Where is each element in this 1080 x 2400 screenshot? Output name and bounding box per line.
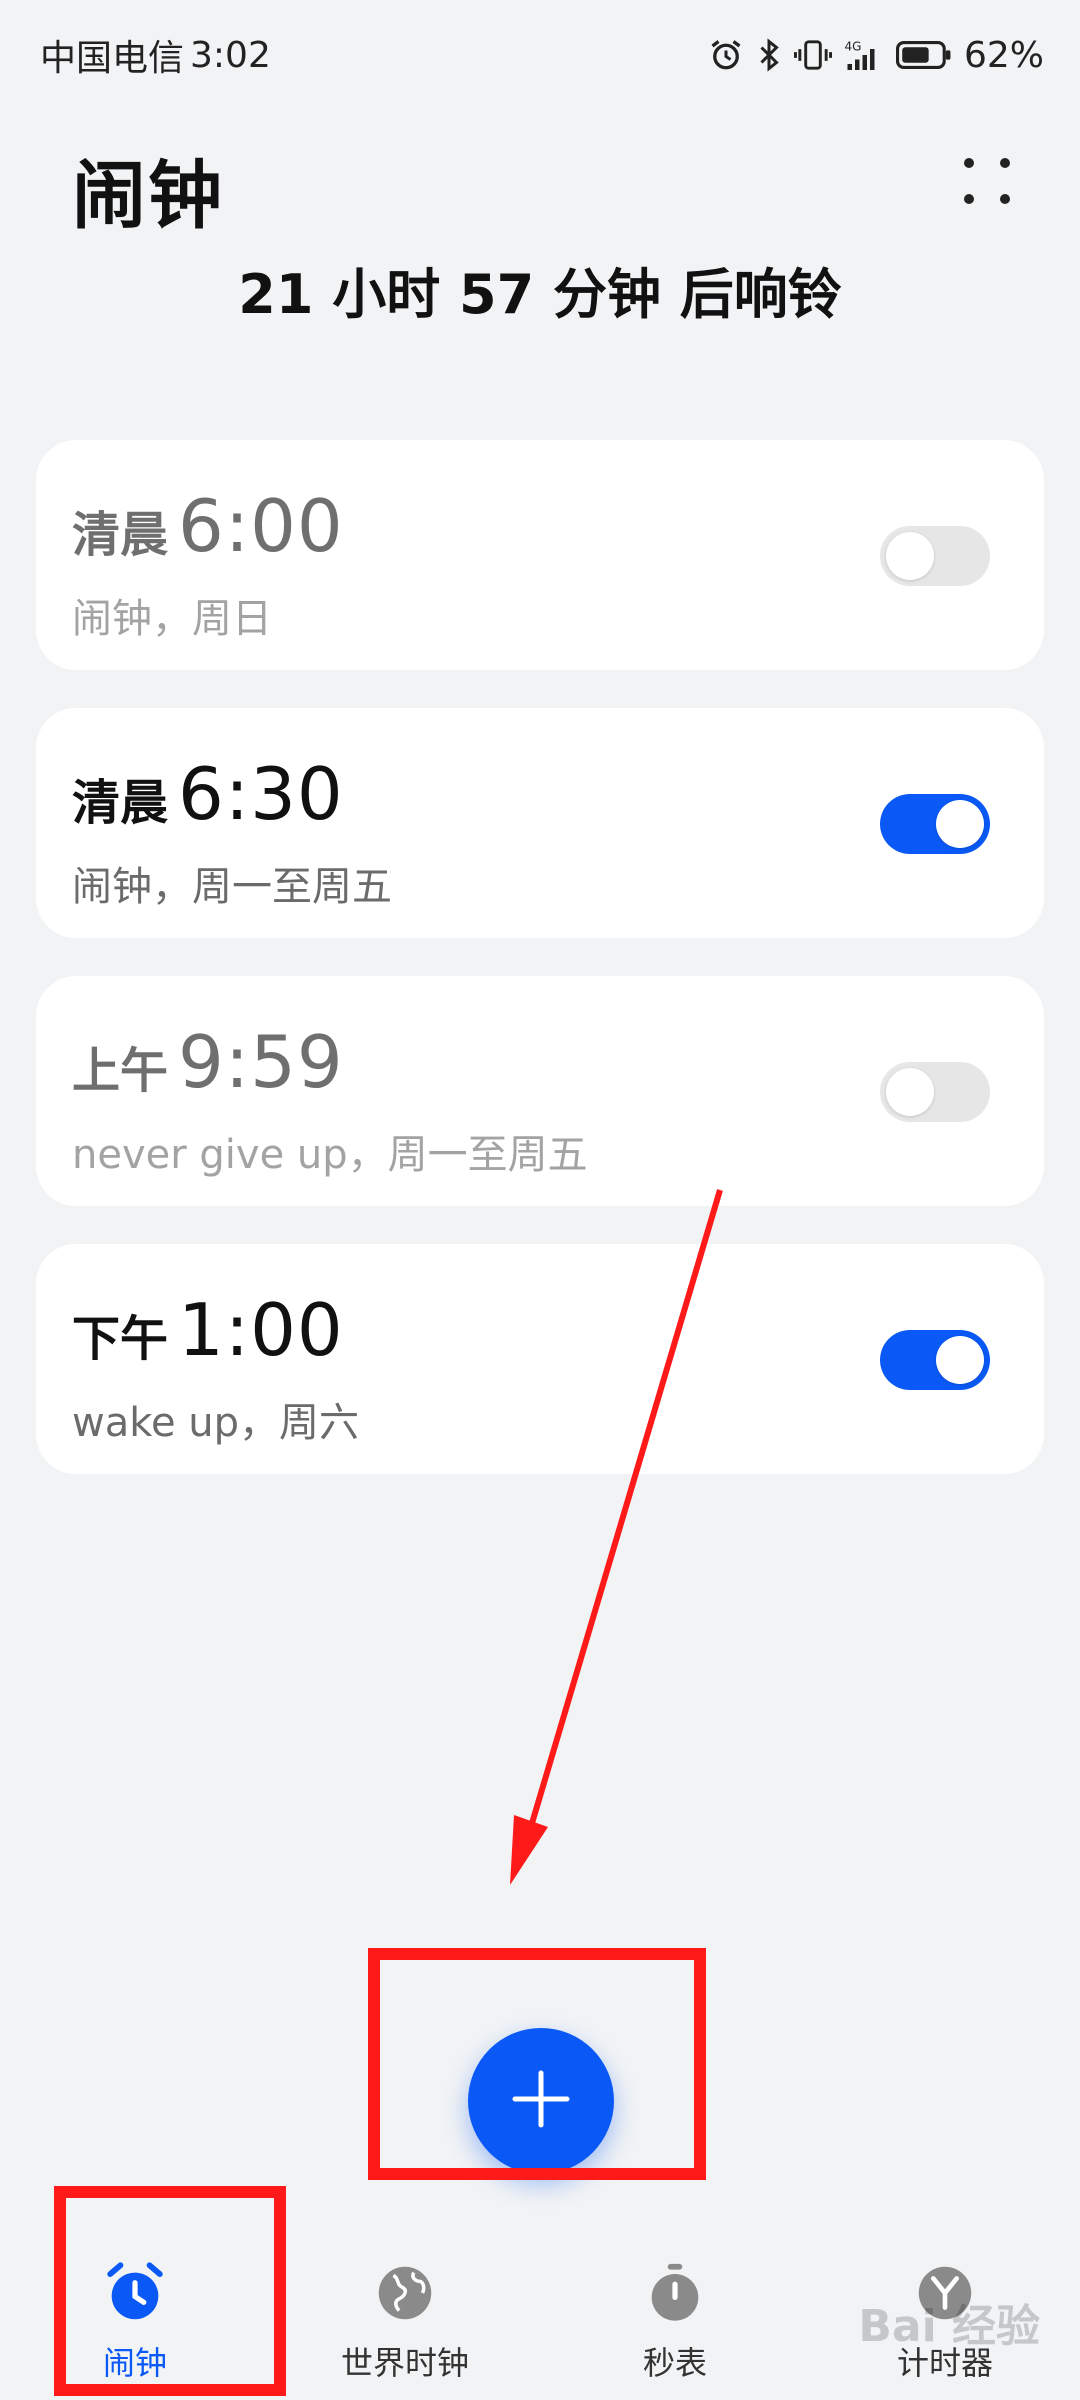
toggle-knob — [936, 800, 984, 848]
alarm-repeat: wake up，周六 — [72, 1400, 360, 1446]
alarm-time-row: 清晨 6:00 — [72, 484, 344, 568]
more-button[interactable] — [952, 148, 1022, 218]
nav-label: 秒表 — [642, 2344, 707, 2382]
nav-item-world-clock[interactable]: 世界时钟 — [285, 2240, 525, 2400]
nav-label: 闹钟 — [102, 2344, 167, 2382]
bluetooth-icon — [756, 37, 782, 73]
watermark: Bai 经验 — [858, 2301, 1040, 2352]
toggle-knob — [936, 1336, 984, 1384]
status-left: 中国电信 3:02 — [40, 29, 271, 81]
status-bar: 中国电信 3:02 4G 62% — [0, 0, 1080, 110]
next-ring-countdown: 21 小时 57 分钟 后响铃 — [238, 263, 842, 326]
nav-item-stopwatch[interactable]: 秒表 — [555, 2240, 795, 2400]
alarm-period: 清晨 — [72, 507, 169, 563]
more-icon — [959, 153, 1015, 213]
toggle-knob — [886, 1068, 934, 1116]
alarm-card[interactable]: 下午 1:00 wake up，周六 — [36, 1244, 1044, 1474]
battery-percent: 62% — [963, 34, 1044, 76]
status-time: 3:02 — [190, 34, 271, 76]
alarm-repeat: 闹钟，周日 — [72, 596, 272, 642]
header: 闹钟 — [0, 120, 1080, 240]
alarm-icon — [708, 37, 744, 73]
nav-label: 世界时钟 — [340, 2344, 469, 2382]
alarm-card[interactable]: 上午 9:59 never give up，周一至周五 — [36, 976, 1044, 1206]
alarm-time: 9:59 — [178, 1020, 344, 1104]
alarm-time: 6:30 — [178, 752, 344, 836]
stopwatch-icon — [640, 2258, 710, 2328]
battery-icon — [895, 39, 952, 71]
globe-icon — [370, 2258, 440, 2328]
alarm-toggle[interactable] — [880, 1330, 990, 1390]
page-title: 闹钟 — [72, 153, 224, 239]
alarm-toggle[interactable] — [880, 794, 990, 854]
alarm-time-row: 下午 1:00 — [72, 1288, 344, 1372]
alarm-time-row: 上午 9:59 — [72, 1020, 344, 1104]
alarm-period: 清晨 — [72, 775, 169, 831]
annotation-box-add — [368, 1948, 706, 2180]
toggle-knob — [886, 532, 934, 580]
alarm-card[interactable]: 清晨 6:00 闹钟，周日 — [36, 440, 1044, 670]
carrier-name: 中国电信 — [40, 38, 185, 79]
alarm-time: 6:00 — [178, 484, 344, 568]
alarm-period: 上午 — [72, 1043, 169, 1099]
alarm-clock-icon — [100, 2258, 170, 2328]
alarm-repeat: never give up，周一至周五 — [72, 1132, 588, 1178]
alarm-time-row: 清晨 6:30 — [72, 752, 344, 836]
alarm-toggle[interactable] — [880, 1062, 990, 1122]
alarm-card[interactable]: 清晨 6:30 闹钟，周一至周五 — [36, 708, 1044, 938]
alarm-time: 1:00 — [178, 1288, 344, 1372]
svg-text:4G: 4G — [844, 40, 861, 54]
vibrate-icon — [793, 37, 832, 73]
alarm-repeat: 闹钟，周一至周五 — [72, 864, 392, 910]
alarm-list: 清晨 6:00 闹钟，周日 清晨 6:30 闹钟，周一至周五 上午 9:59 n… — [36, 440, 1044, 1512]
status-right: 4G 62% — [708, 35, 1044, 76]
alarm-toggle[interactable] — [880, 526, 990, 586]
nav-item-alarm[interactable]: 闹钟 — [15, 2240, 255, 2400]
signal-4g-icon: 4G — [844, 37, 884, 73]
alarm-period: 下午 — [72, 1311, 169, 1367]
